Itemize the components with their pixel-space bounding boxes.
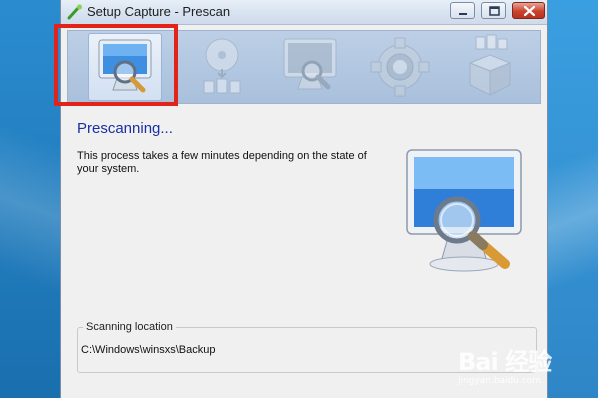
monitor-magnifier-icon xyxy=(406,149,522,272)
annotation-highlight-box xyxy=(54,24,178,106)
gear-icon xyxy=(370,37,430,97)
watermark-brand: Bai 经验 xyxy=(458,348,552,376)
step-package[interactable] xyxy=(454,33,528,101)
step-disc[interactable] xyxy=(186,33,260,101)
app-icon xyxy=(67,4,82,20)
disc-documents-icon xyxy=(203,38,241,94)
window-title: Setup Capture - Prescan xyxy=(87,4,231,19)
scanning-location-path: C:\Windows\winsxs\Backup xyxy=(81,344,216,356)
page-heading: Prescanning... xyxy=(77,120,173,137)
maximize-button[interactable] xyxy=(481,2,506,19)
step-settings[interactable] xyxy=(364,33,438,101)
maximize-icon xyxy=(489,6,500,16)
close-icon xyxy=(523,5,536,17)
step-monitor[interactable] xyxy=(274,33,348,101)
minimize-icon xyxy=(459,13,467,15)
minimize-button[interactable] xyxy=(450,2,475,19)
page-description: This process takes a few minutes dependi… xyxy=(77,150,367,175)
package-box-icon xyxy=(468,34,512,96)
close-button[interactable] xyxy=(512,2,545,19)
scanning-location-label: Scanning location xyxy=(83,321,176,333)
monitor-magnifier-icon xyxy=(283,38,337,90)
watermark: Bai 经验 jingyan.baidu.com xyxy=(456,332,596,392)
title-bar[interactable]: Setup Capture - Prescan xyxy=(61,0,547,25)
watermark-site: jingyan.baidu.com xyxy=(458,376,542,386)
desktop-background-left xyxy=(0,0,62,398)
